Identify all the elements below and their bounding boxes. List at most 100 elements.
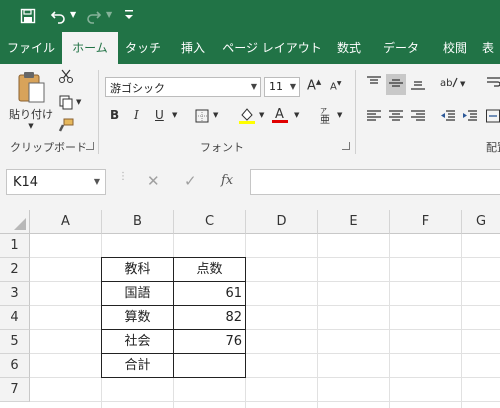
undo-icon[interactable] [50,8,66,27]
column-header-d[interactable]: D [246,210,318,234]
name-box[interactable]: K14 ▼ [6,169,106,195]
redo-icon [86,8,102,27]
font-size-select[interactable]: 11 ▼ [264,77,300,97]
font-size-value: 11 [269,80,283,93]
row-header-1[interactable]: 1 [0,234,30,258]
cut-icon[interactable] [58,68,74,87]
align-top-icon[interactable] [366,76,382,93]
cell-b4[interactable]: 算数 [101,305,174,330]
column-header-g[interactable]: G [462,210,500,234]
align-left-icon[interactable] [366,109,382,126]
name-box-value: K14 [13,175,39,190]
paste-dropdown-icon: ▼ [28,122,34,130]
ribbon: 貼り付け ▼ ▼ クリップボード 游ゴシック ▼ 11 ▼ A▲ A▼ B I … [0,64,500,159]
tab-review[interactable]: 校閲 [430,32,480,64]
phonetic-dropdown-icon[interactable]: ▼ [337,111,342,119]
svg-text:A: A [275,107,284,122]
font-separator [355,70,356,154]
orientation-icon[interactable]: ab [440,74,458,93]
worksheet-grid: A B C D E F G 1 2 3 4 5 6 7 教科 点数 国語 61 … [0,210,500,408]
chevron-down-icon: ▼ [250,82,257,91]
insert-function-button[interactable]: fx [221,173,233,188]
tab-formulas[interactable]: 数式 [326,32,372,64]
font-family-value: 游ゴシック [110,82,165,95]
orientation-dropdown-icon[interactable]: ▼ [460,80,465,88]
chevron-down-icon: ▼ [93,177,100,186]
cell-b3[interactable]: 国語 [101,281,174,306]
phonetic-guide-icon[interactable]: ア亜 [318,106,334,127]
font-color-icon[interactable]: A [271,105,289,127]
row-header-7[interactable]: 7 [0,378,30,402]
clipboard-icon [18,72,45,103]
customize-icon[interactable] [124,9,134,24]
tab-home[interactable]: ホーム [62,32,118,64]
wrap-text-icon[interactable] [486,76,500,93]
copy-icon[interactable] [58,94,74,113]
formula-bar: K14 ▼ ⋮ ✕ ✓ fx [0,158,500,210]
cell-c5[interactable]: 76 [173,329,246,354]
tab-data[interactable]: データ [374,32,428,64]
row-header-2[interactable]: 2 [0,258,30,282]
tab-page-layout[interactable]: ページ レイアウト [220,32,324,64]
underline-dropdown-icon[interactable]: ▼ [172,111,177,119]
quick-access-toolbar: ▼ ▼ [0,0,500,32]
svg-text:ab: ab [440,78,452,89]
italic-button[interactable]: I [134,108,139,122]
row-header-6[interactable]: 6 [0,354,30,378]
fill-color-dropdown-icon[interactable]: ▼ [259,111,264,119]
row-header-5[interactable]: 5 [0,330,30,354]
save-icon[interactable] [20,8,36,27]
select-all-button[interactable] [0,210,30,234]
chevron-down-icon: ▼ [289,82,296,91]
font-color-dropdown-icon[interactable]: ▼ [294,111,299,119]
formula-input[interactable] [250,169,500,195]
increase-indent-icon[interactable] [462,109,478,126]
merge-center-icon[interactable] [486,109,500,126]
cell-c6[interactable] [173,353,246,378]
cell-b2[interactable]: 教科 [101,257,174,282]
row-header-4[interactable]: 4 [0,306,30,330]
clipboard-separator [98,70,99,154]
undo-dropdown-icon[interactable]: ▼ [70,10,76,19]
underline-button[interactable]: U [155,108,164,122]
align-center-icon[interactable] [388,109,404,126]
redo-dropdown-icon: ▼ [106,10,113,19]
tab-file[interactable]: ファイル [2,32,60,64]
tab-view[interactable]: 表 [482,32,500,64]
alignment-group-label: 配置 [486,141,500,154]
paste-label: 貼り付け [9,108,53,121]
cell-c3[interactable]: 61 [173,281,246,306]
font-group-label: フォント [200,141,244,154]
tab-insert[interactable]: 挿入 [168,32,218,64]
clipboard-launcher-icon[interactable] [86,142,94,150]
font-launcher-icon[interactable] [342,142,350,150]
font-family-select[interactable]: 游ゴシック ▼ [105,77,261,97]
column-header-f[interactable]: F [390,210,462,234]
decrease-indent-icon[interactable] [440,109,456,126]
format-painter-icon[interactable] [58,118,74,137]
decrease-font-size-icon[interactable]: A▼ [330,80,341,92]
column-header-e[interactable]: E [318,210,390,234]
paste-button[interactable]: 貼り付け ▼ [8,70,54,130]
row-header-3[interactable]: 3 [0,282,30,306]
cell-b5[interactable]: 社会 [101,329,174,354]
copy-dropdown-icon[interactable]: ▼ [76,98,81,106]
tab-touch[interactable]: タッチ [120,32,166,64]
svg-text:ア: ア [320,107,327,115]
align-right-icon[interactable] [410,109,426,126]
cell-c4[interactable]: 82 [173,305,246,330]
column-header-a[interactable]: A [30,210,102,234]
cell-c2[interactable]: 点数 [173,257,246,282]
align-middle-icon[interactable] [386,74,406,95]
bold-button[interactable]: B [110,108,119,122]
enter-icon: ✓ [184,172,197,190]
borders-icon[interactable] [194,108,210,127]
increase-font-size-icon[interactable]: A▲ [307,78,321,93]
borders-dropdown-icon[interactable]: ▼ [213,111,218,119]
drag-handle-icon[interactable]: ⋮ [118,172,128,182]
fill-color-icon[interactable] [238,106,256,127]
align-bottom-icon[interactable] [410,76,426,93]
column-header-c[interactable]: C [174,210,246,234]
column-header-b[interactable]: B [102,210,174,234]
cell-b6[interactable]: 合計 [101,353,174,378]
